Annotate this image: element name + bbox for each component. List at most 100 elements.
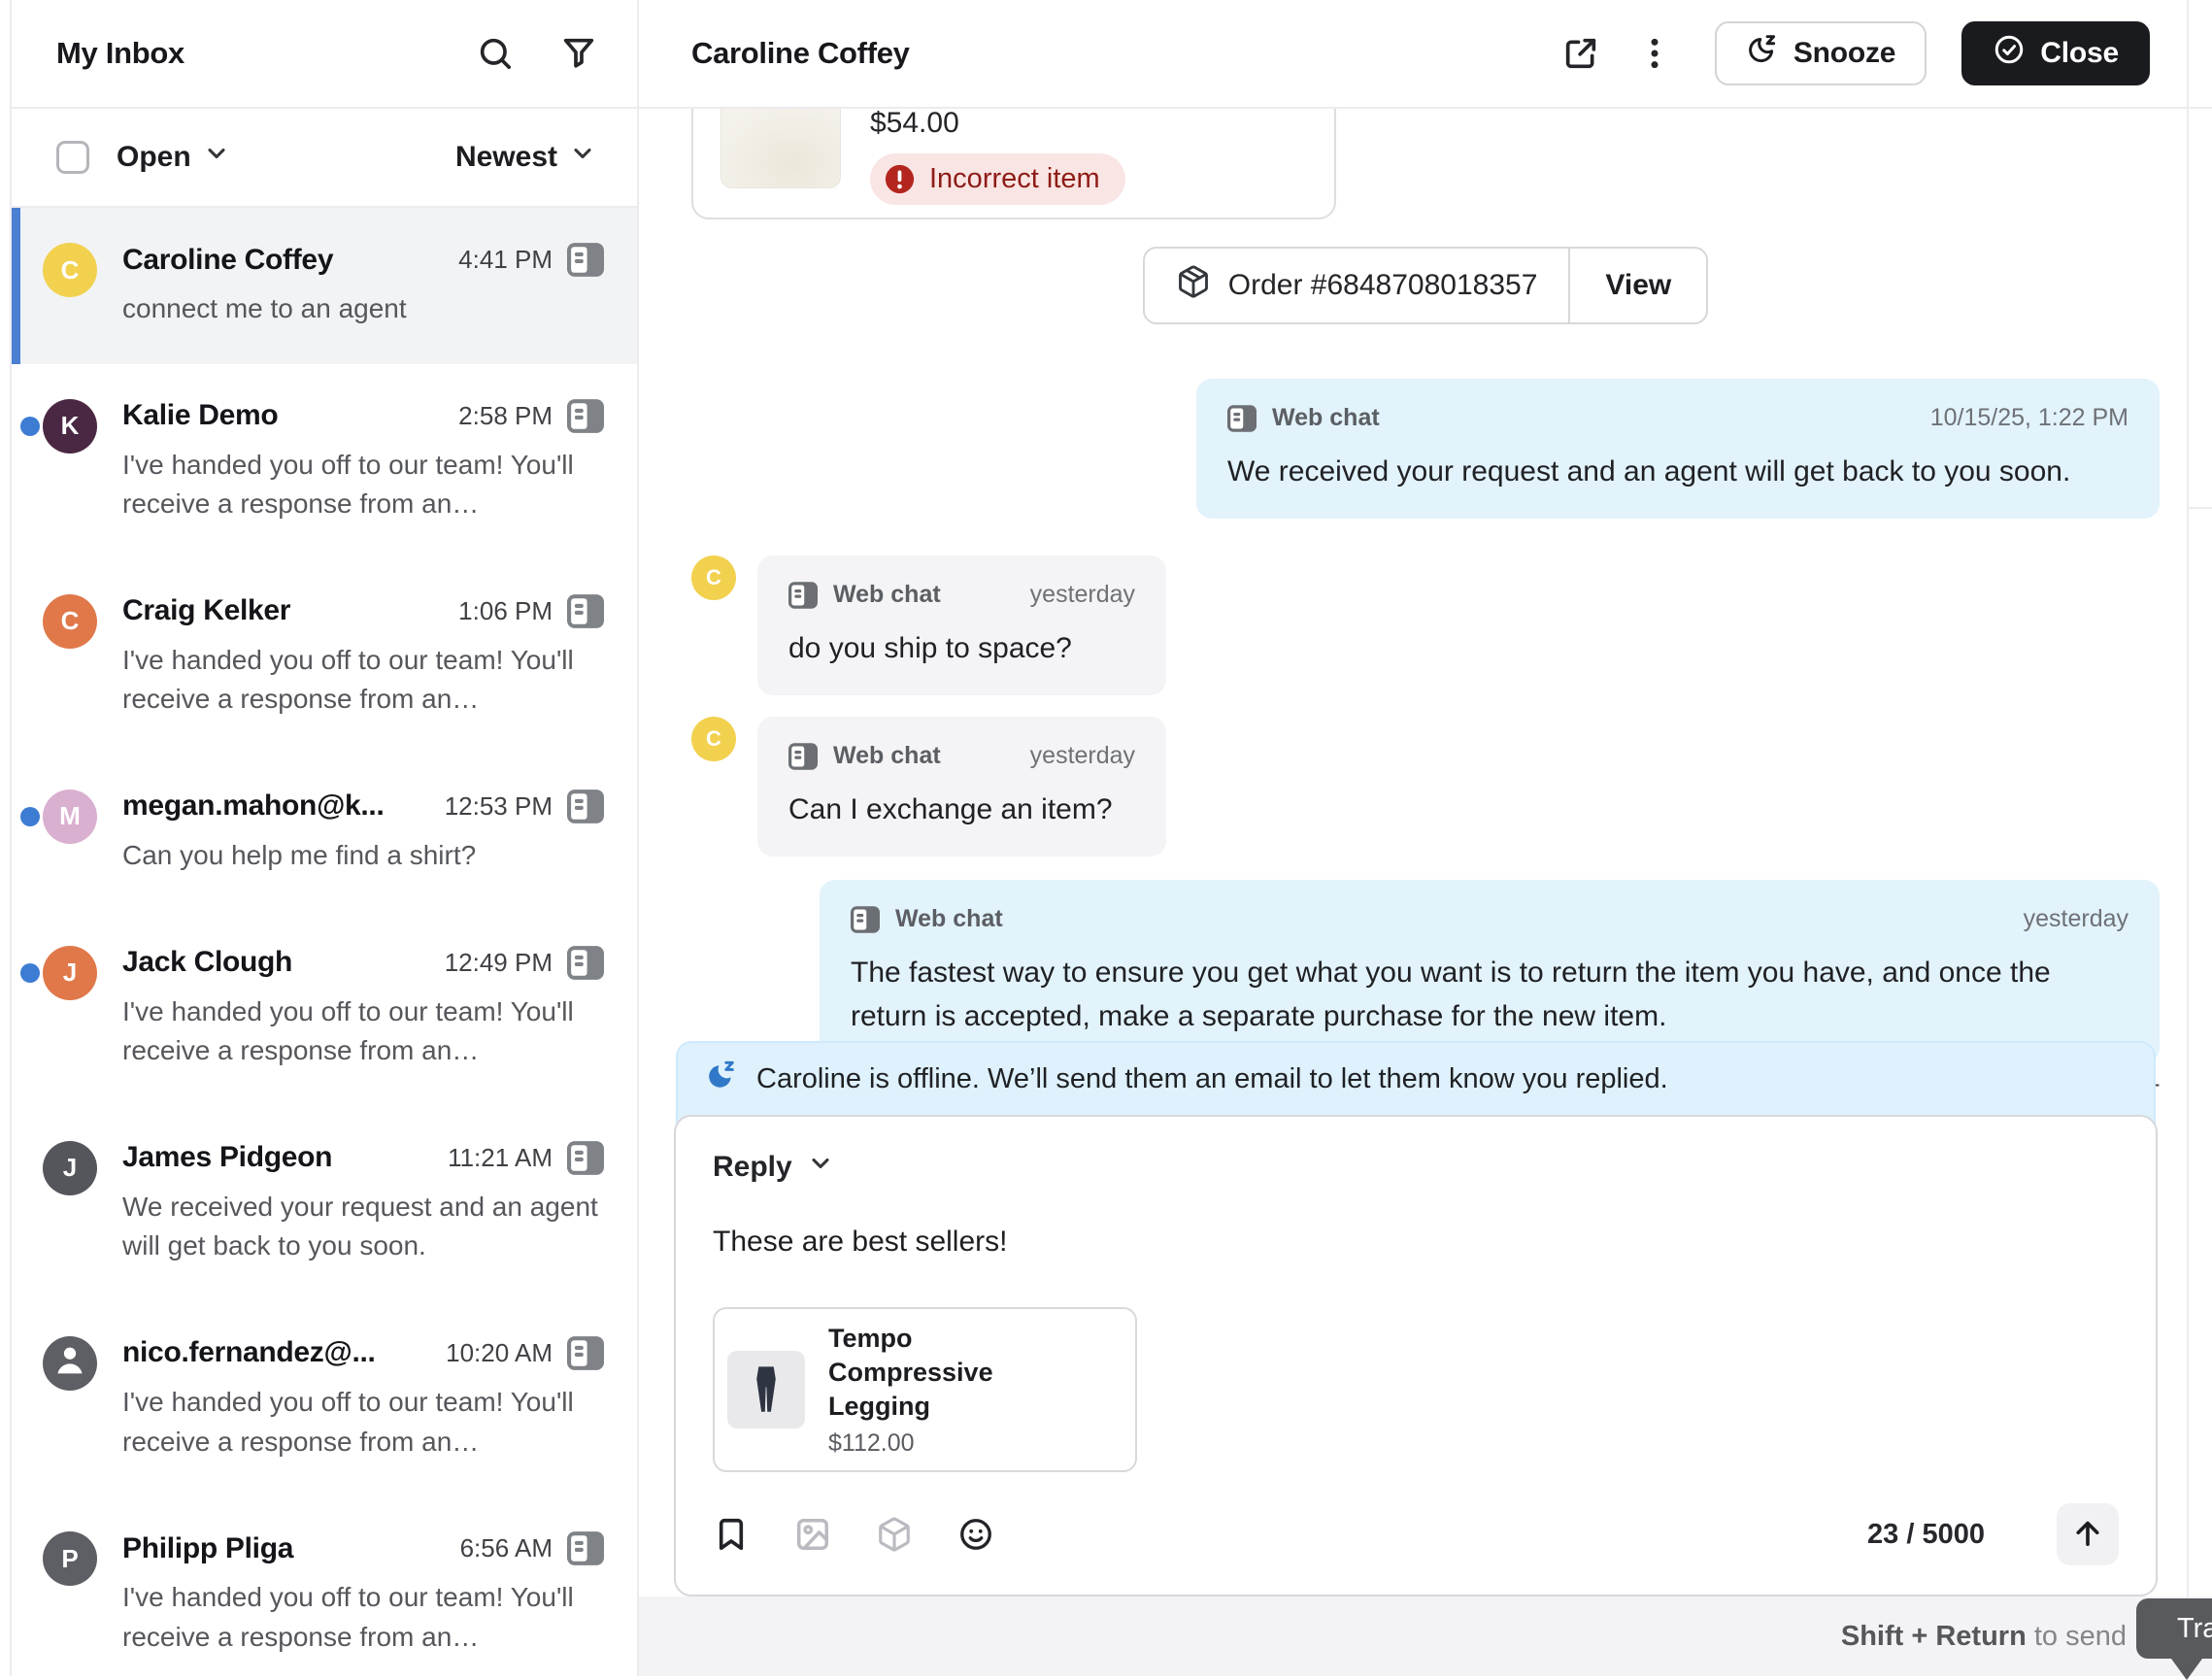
conversation-item-philipp-pliga[interactable]: P Philipp Pliga 6:56 AM I've handed you … bbox=[12, 1496, 637, 1676]
snooze-moon-icon bbox=[1746, 33, 1779, 74]
divider bbox=[2189, 107, 2212, 109]
conversation-preview: Can you help me find a shirt? bbox=[122, 836, 604, 876]
web-chat-channel-icon bbox=[567, 946, 604, 980]
open-in-new-icon bbox=[1561, 34, 1600, 73]
order-link[interactable]: Order #6848708018357 bbox=[1145, 249, 1569, 322]
filter-button[interactable] bbox=[559, 34, 598, 73]
offline-notice-text: Caroline is offline. We’ll send them an … bbox=[756, 1063, 1668, 1095]
message-text: We received your request and an agent wi… bbox=[1227, 450, 2128, 493]
conversation-time: 1:06 PM bbox=[458, 596, 553, 626]
conversation-item-craig-kelker[interactable]: C Craig Kelker 1:06 PM I've handed you o… bbox=[12, 559, 637, 755]
web-chat-channel-icon bbox=[788, 582, 818, 609]
divider bbox=[2189, 507, 2212, 509]
conversation-preview: I've handed you off to our team! You'll … bbox=[122, 641, 604, 720]
message-channel: Web chat bbox=[833, 581, 941, 609]
conversation-name: Caroline Coffey bbox=[122, 244, 444, 277]
conversation-item-megan-mahon[interactable]: M megan.mahon@k... 12:53 PM Can you help… bbox=[12, 755, 637, 911]
avatar-initial: M bbox=[59, 801, 81, 831]
search-button[interactable] bbox=[476, 34, 515, 73]
reply-mode-dropdown[interactable]: Reply bbox=[713, 1150, 834, 1185]
close-button[interactable]: Close bbox=[1961, 21, 2150, 85]
message-input[interactable]: These are best sellers! bbox=[713, 1226, 2119, 1259]
avatar: C bbox=[43, 243, 97, 297]
conversation-time: 10:20 AM bbox=[446, 1338, 553, 1368]
product-attachment[interactable]: Tempo Compressive Legging $112.00 bbox=[713, 1307, 1137, 1472]
conversation-item-jack-clough[interactable]: J Jack Clough 12:49 PM I've handed you o… bbox=[12, 911, 637, 1106]
web-chat-channel-icon bbox=[567, 1336, 604, 1370]
conversation-name: Philipp Pliga bbox=[122, 1532, 446, 1565]
conversation-item-caroline-coffey[interactable]: C Caroline Coffey 4:41 PM connect me to … bbox=[12, 208, 637, 364]
conversation-item-kalie-demo[interactable]: K Kalie Demo 2:58 PM I've handed you off… bbox=[12, 364, 637, 559]
composer: Caroline is offline. We’ll send them an … bbox=[674, 1041, 2158, 1596]
inbox-title: My Inbox bbox=[56, 36, 184, 71]
order-number: Order #6848708018357 bbox=[1228, 269, 1538, 302]
message-text: Can I exchange an item? bbox=[788, 788, 1135, 831]
conversation-preview: I've handed you off to our team! You'll … bbox=[122, 446, 604, 524]
select-all-checkbox[interactable] bbox=[56, 141, 89, 174]
conversation-item-james-pidgeon[interactable]: J James Pidgeon 11:21 AM We received you… bbox=[12, 1106, 637, 1301]
message-outgoing: Web chat 10/15/25, 1:22 PM We received y… bbox=[1196, 379, 2160, 519]
unread-indicator bbox=[20, 417, 40, 436]
attach-image-button[interactable] bbox=[794, 1516, 831, 1553]
conversation-item-nico-fernandez[interactable]: nico.fernandez@... 10:20 AM I've handed … bbox=[12, 1301, 637, 1496]
conversation-time: 11:21 AM bbox=[448, 1143, 553, 1173]
conversation-preview: I've handed you off to our team! You'll … bbox=[122, 1578, 604, 1657]
web-chat-channel-icon bbox=[567, 1141, 604, 1175]
conversation-header: Caroline Coffey Snooze Close bbox=[639, 0, 2187, 109]
incorrect-item-badge: Incorrect item bbox=[870, 153, 1125, 205]
more-options-button[interactable] bbox=[1635, 34, 1674, 73]
package-icon bbox=[1176, 264, 1211, 307]
close-label: Close bbox=[2040, 37, 2119, 70]
message-incoming: Web chat yesterday do you ship to space? bbox=[757, 555, 1166, 695]
web-chat-channel-icon bbox=[788, 743, 818, 770]
shortcut-keys: Shift + Return bbox=[1841, 1621, 2027, 1652]
app-root: My Inbox Open Newest bbox=[0, 0, 2212, 1676]
check-circle-icon bbox=[1993, 33, 2026, 74]
product-price: $112.00 bbox=[828, 1429, 1081, 1458]
web-chat-channel-icon bbox=[567, 399, 604, 433]
message-time: 10/15/25, 1:22 PM bbox=[1930, 404, 2128, 432]
unread-indicator bbox=[20, 963, 40, 983]
emoji-icon bbox=[957, 1516, 994, 1553]
status-filter-dropdown[interactable]: Open bbox=[117, 140, 230, 175]
product-card-partial: $54.00 Incorrect item bbox=[691, 109, 1336, 219]
conversation-time: 2:58 PM bbox=[458, 401, 553, 431]
image-icon bbox=[794, 1516, 831, 1553]
conversation-preview: connect me to an agent bbox=[122, 289, 604, 329]
sort-dropdown[interactable]: Newest bbox=[455, 140, 596, 175]
insert-product-button[interactable] bbox=[876, 1516, 913, 1553]
conversation-time: 6:56 AM bbox=[460, 1533, 553, 1563]
badge-label: Incorrect item bbox=[929, 163, 1100, 195]
avatar-initial: C bbox=[706, 726, 721, 752]
order-view-button[interactable]: View bbox=[1570, 249, 1706, 322]
character-counter: 23 / 5000 bbox=[1867, 1519, 1985, 1551]
avatar-initial: P bbox=[61, 1544, 78, 1574]
emoji-button[interactable] bbox=[957, 1516, 994, 1553]
snooze-button[interactable]: Snooze bbox=[1715, 21, 1927, 85]
message-time: yesterday bbox=[1030, 742, 1135, 770]
chevron-down-icon bbox=[569, 140, 596, 175]
conversation-time: 12:53 PM bbox=[445, 791, 553, 822]
web-chat-channel-icon bbox=[567, 243, 604, 277]
conversation-name: Kalie Demo bbox=[122, 399, 444, 432]
conversation-list: C Caroline Coffey 4:41 PM connect me to … bbox=[12, 208, 637, 1676]
left-edge-rail bbox=[0, 0, 12, 1676]
conversation-title: Caroline Coffey bbox=[691, 36, 910, 71]
avatar-initial: C bbox=[706, 565, 721, 590]
open-in-new-button[interactable] bbox=[1561, 34, 1600, 73]
person-icon bbox=[50, 1339, 90, 1387]
chevron-down-icon bbox=[807, 1150, 834, 1185]
send-shortcut-hint: Shift + Return to send bbox=[1841, 1621, 2127, 1653]
status-filter-value: Open bbox=[117, 141, 191, 174]
conversation-preview: We received your request and an agent wi… bbox=[122, 1188, 604, 1266]
conversation-name: megan.mahon@k... bbox=[122, 790, 430, 823]
avatar-initial: K bbox=[61, 411, 80, 441]
send-button[interactable] bbox=[2057, 1503, 2119, 1565]
bookmark-icon bbox=[713, 1516, 750, 1553]
message-thread[interactable]: $54.00 Incorrect item Order #68487080183… bbox=[639, 109, 2187, 1088]
conversation-preview: I've handed you off to our team! You'll … bbox=[122, 1383, 604, 1462]
macros-button[interactable] bbox=[713, 1516, 750, 1553]
web-chat-channel-icon bbox=[567, 790, 604, 823]
message-outgoing: Web chat yesterday The fastest way to en… bbox=[820, 880, 2160, 1063]
avatar: J bbox=[43, 1141, 97, 1195]
